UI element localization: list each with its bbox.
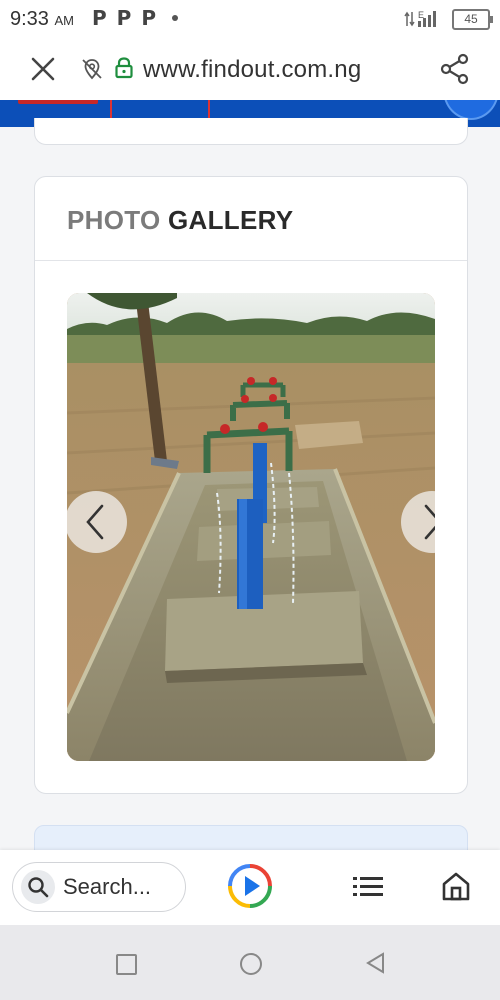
lock-icon[interactable]: [113, 56, 135, 80]
close-icon[interactable]: [28, 54, 58, 84]
battery-icon: 45: [452, 8, 493, 30]
search-icon: [28, 877, 49, 898]
gallery-heading-part2: GALLERY: [168, 205, 294, 235]
notification-p-icon: P: [116, 6, 132, 30]
list-icon[interactable]: [352, 874, 384, 900]
chevron-left-icon: [86, 504, 104, 540]
notification-p-icon: P: [141, 6, 157, 30]
status-right: E 45: [404, 8, 493, 30]
play-icon[interactable]: [226, 862, 274, 910]
battery-level: 45: [464, 11, 478, 26]
notification-p-icon: P: [92, 6, 107, 30]
back-button[interactable]: [364, 951, 386, 975]
more-notifications-dot: [172, 15, 179, 21]
divider: [35, 260, 467, 261]
search-icon-bg: [21, 870, 55, 904]
gallery-photo[interactable]: [67, 293, 435, 761]
site-logo-fragment[interactable]: [18, 100, 98, 104]
home-icon[interactable]: [440, 870, 472, 902]
bottom-toolbar: Search...: [0, 850, 500, 925]
share-icon[interactable]: [438, 52, 472, 86]
search-bar[interactable]: Search...: [12, 862, 186, 912]
gallery-prev-button[interactable]: [67, 491, 127, 553]
recents-button[interactable]: [116, 954, 137, 975]
notification-icons: P P P: [92, 6, 179, 30]
status-time-ampm: AM: [54, 13, 75, 28]
gallery-heading-part1: PHOTO: [67, 205, 161, 235]
chevron-right-icon: [424, 504, 435, 540]
browser-url-bar: www.findout.com.ng: [0, 38, 500, 100]
photo-gallery-card: PHOTO GALLERY: [34, 176, 468, 794]
search-placeholder: Search...: [63, 874, 152, 899]
status-time: 9:33 AM: [10, 8, 74, 31]
location-off-icon[interactable]: [80, 57, 104, 81]
home-button[interactable]: [240, 953, 262, 975]
signal-icon: E: [404, 10, 436, 27]
gallery-heading: PHOTO GALLERY: [67, 205, 293, 236]
previous-card: [34, 118, 468, 145]
system-navigation-bar: [0, 925, 500, 1000]
status-bar: 9:33 AM P P P E 45: [0, 0, 500, 38]
status-time-value: 9:33: [10, 8, 49, 30]
url-text[interactable]: www.findout.com.ng: [143, 56, 361, 84]
header-round-button[interactable]: [443, 100, 499, 120]
